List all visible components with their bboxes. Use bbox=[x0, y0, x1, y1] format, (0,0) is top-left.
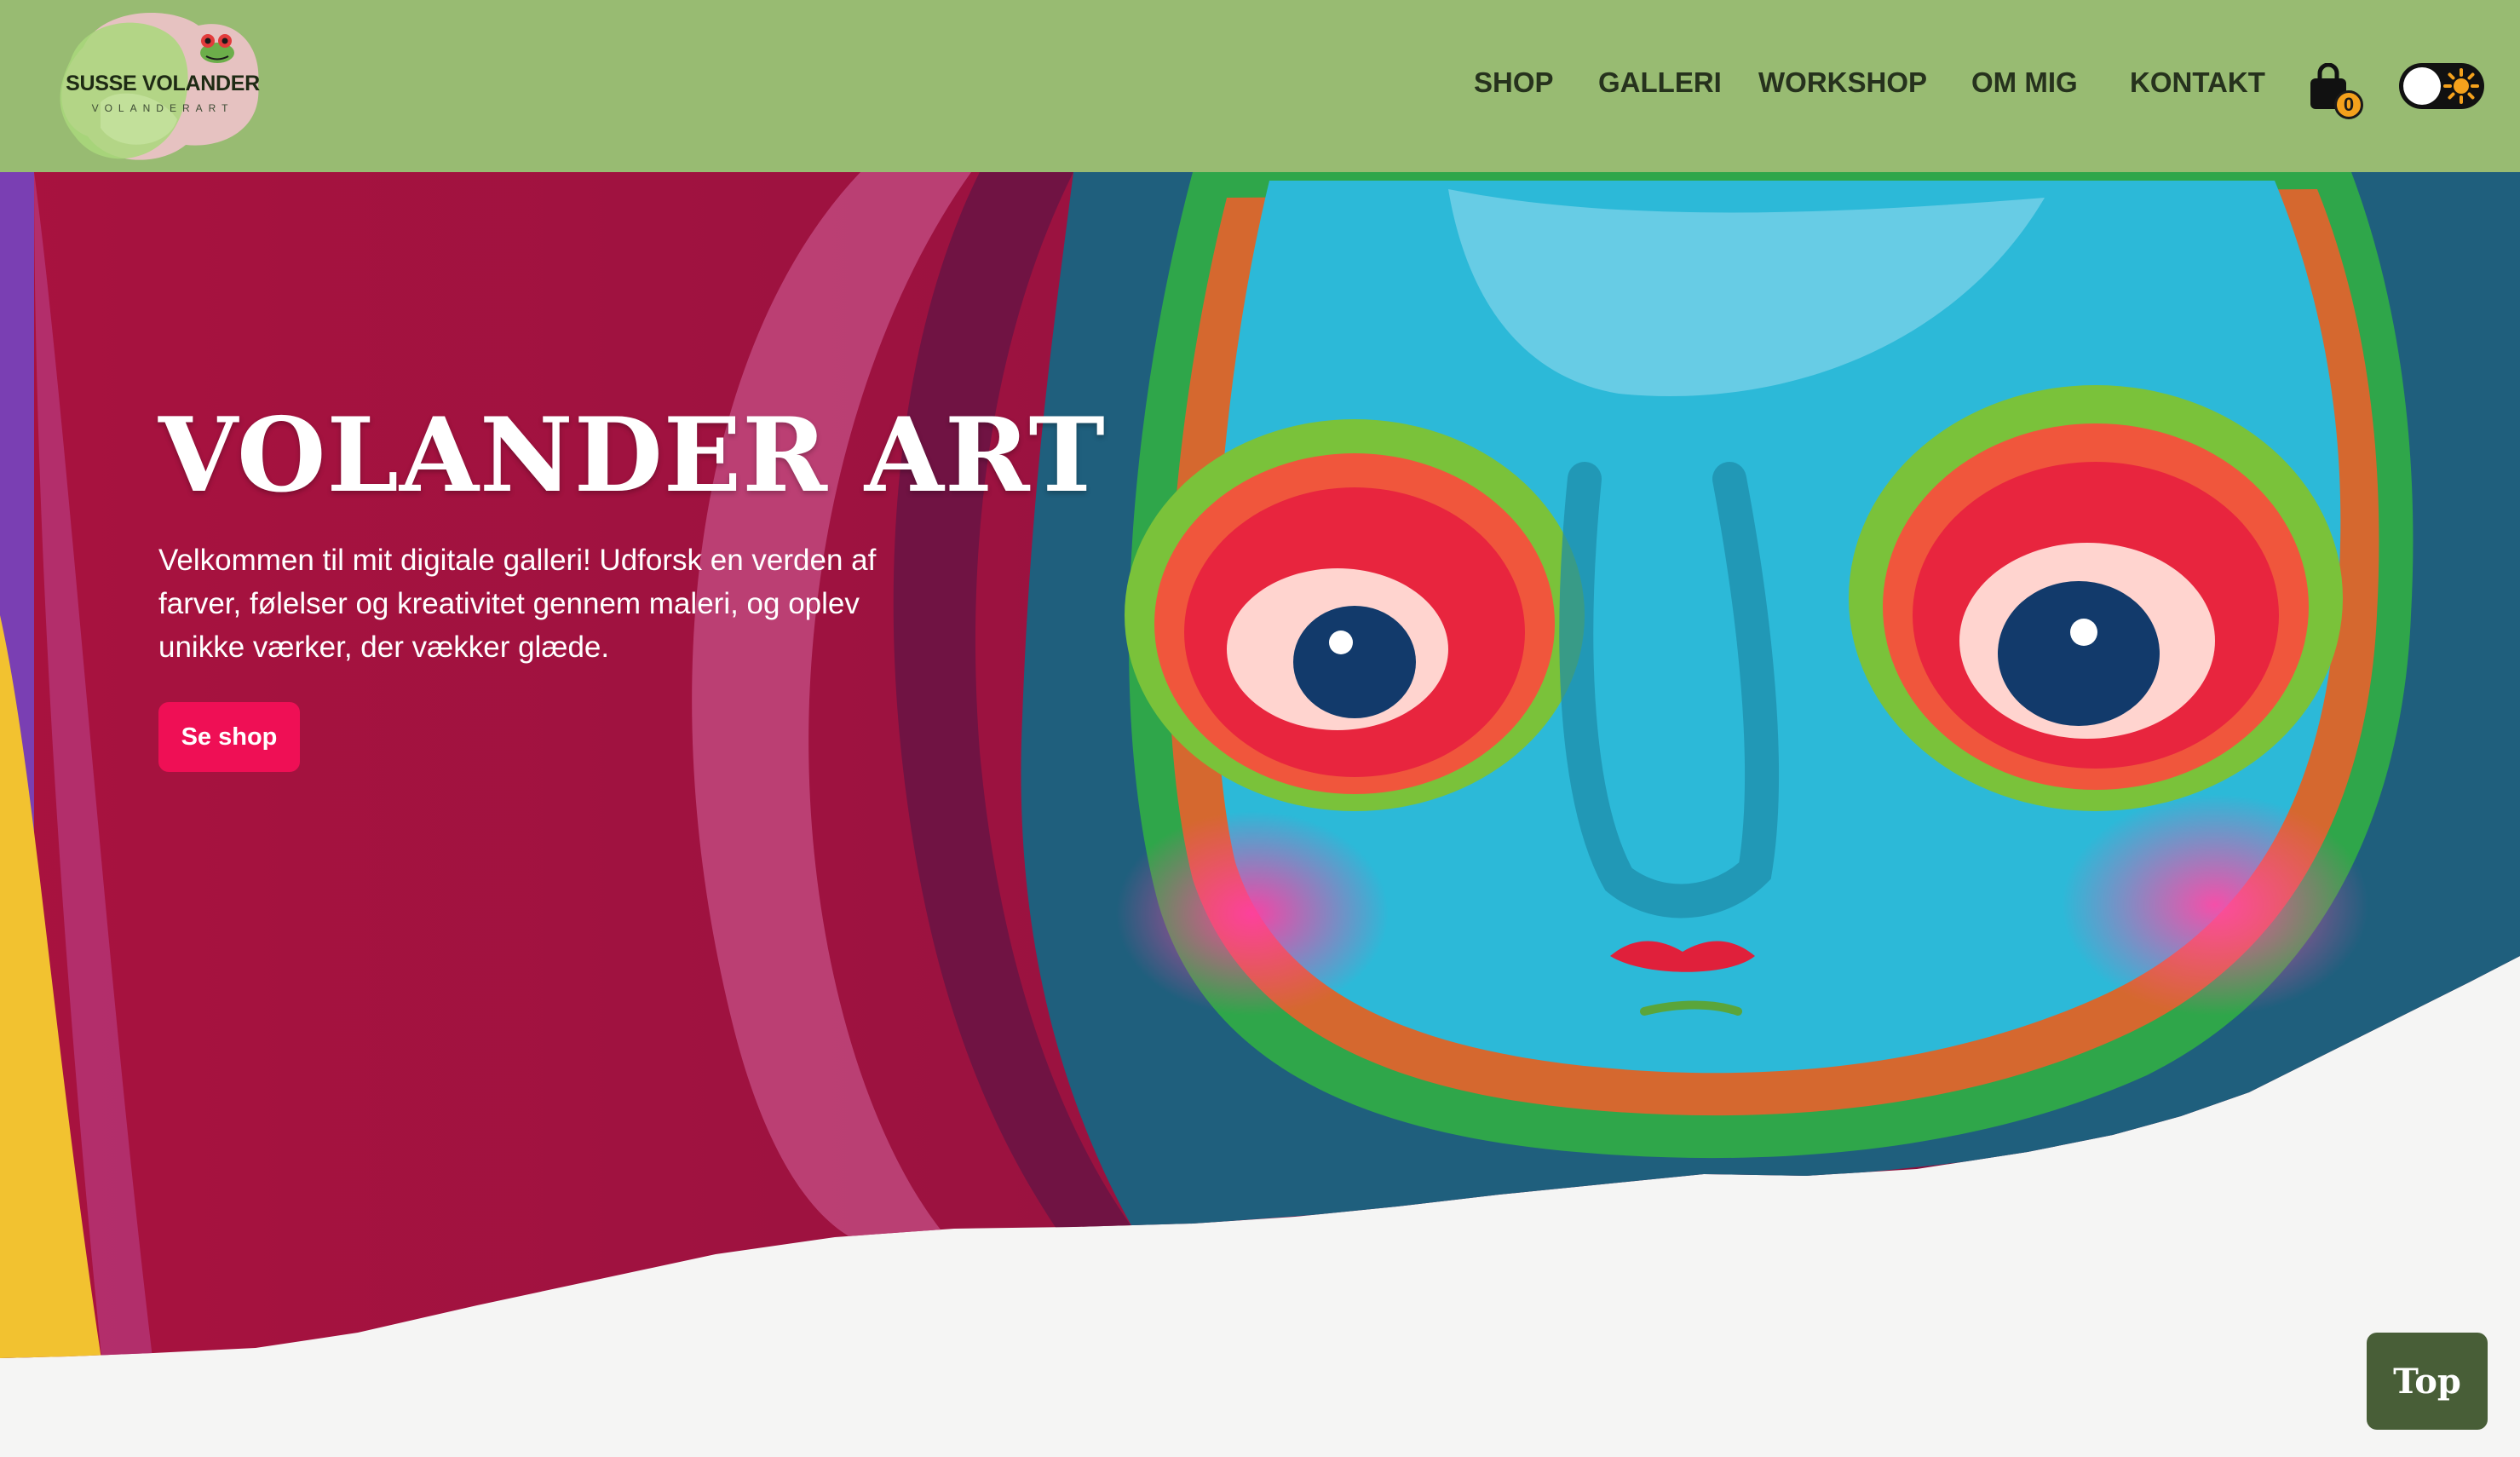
site-header: SUSSE VOLANDER VOLANDERART SHOP GALLERI … bbox=[0, 0, 2520, 172]
nav-item-om-mig[interactable]: OM MIG bbox=[1971, 66, 2078, 99]
nav-item-shop[interactable]: SHOP bbox=[1474, 66, 1554, 99]
brand-name: SUSSE VOLANDER bbox=[66, 72, 260, 95]
theme-toggle[interactable] bbox=[2399, 63, 2484, 109]
hero-title: VOLANDER ART bbox=[158, 395, 1106, 515]
nav-item-galleri[interactable]: GALLERI bbox=[1598, 66, 1722, 99]
toggle-knob bbox=[2403, 67, 2441, 105]
brand-logo[interactable]: SUSSE VOLANDER VOLANDERART bbox=[49, 9, 262, 162]
see-shop-button[interactable]: Se shop bbox=[158, 702, 300, 772]
hero-section: VOLANDER ART Velkommen til mit digitale … bbox=[0, 172, 2520, 1457]
cart-count-badge: 0 bbox=[2334, 90, 2363, 119]
back-to-top-button[interactable]: Top bbox=[2367, 1333, 2488, 1430]
sun-icon bbox=[2443, 68, 2479, 104]
brand-subtitle: VOLANDERART bbox=[91, 102, 234, 114]
nav-item-kontakt[interactable]: KONTAKT bbox=[2130, 66, 2265, 99]
hero-painting bbox=[0, 172, 2520, 1358]
cart-button[interactable]: 0 bbox=[2307, 62, 2363, 124]
nav-item-workshop[interactable]: WORKSHOP bbox=[1758, 66, 1927, 99]
hero-description: Velkommen til mit digitale galleri! Udfo… bbox=[158, 544, 877, 664]
